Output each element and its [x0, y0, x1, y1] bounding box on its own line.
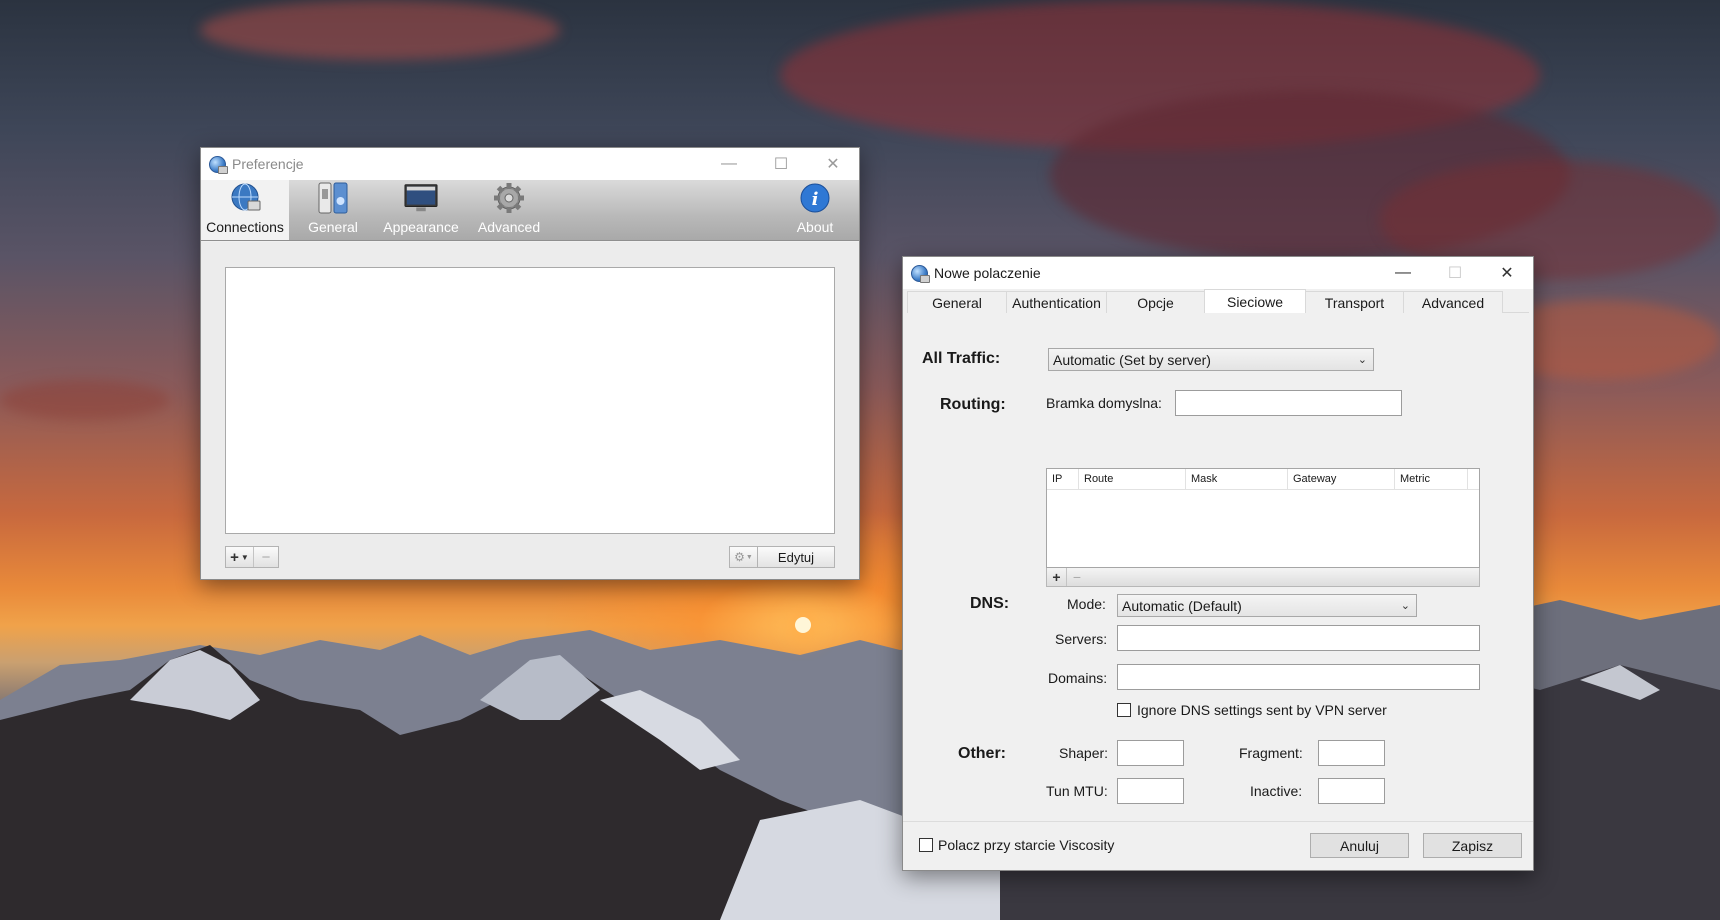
close-button[interactable]: ✕	[807, 148, 859, 180]
column-route[interactable]: Route	[1079, 469, 1186, 489]
toolbar-general[interactable]: General	[289, 180, 377, 240]
all-traffic-label: All Traffic:	[922, 350, 1001, 367]
add-connection-button[interactable]: + ▼	[226, 547, 254, 567]
column-ip[interactable]: IP	[1047, 469, 1079, 489]
preferences-toolbar: Connections General Appearance Advanced …	[201, 180, 859, 241]
svg-text:i: i	[812, 189, 819, 210]
info-icon: i	[798, 181, 832, 215]
toolbar-advanced-label: Advanced	[477, 219, 541, 235]
toolbar-general-label: General	[308, 219, 358, 235]
chevron-down-icon: ⌄	[1400, 600, 1410, 612]
inactive-input[interactable]	[1318, 778, 1385, 804]
ignore-dns-checkbox[interactable]	[1117, 703, 1131, 717]
new-connection-window[interactable]: Nowe polaczenie — ☐ ✕ General Authentica…	[902, 256, 1534, 871]
connection-actions-button[interactable]: ⚙ ▼	[729, 546, 757, 568]
maximize-button: ☐	[773, 156, 789, 173]
dns-label: DNS:	[970, 595, 1010, 612]
column-gateway[interactable]: Gateway	[1288, 469, 1395, 489]
preferences-titlebar[interactable]: Preferencje — ☐ ✕	[201, 148, 859, 180]
other-label: Other:	[958, 745, 1006, 762]
dns-mode-select[interactable]: Automatic (Default) ⌄	[1117, 594, 1417, 617]
globe-icon	[228, 181, 262, 215]
monitor-icon	[404, 181, 438, 215]
new-connection-titlebar[interactable]: Nowe polaczenie — ☐ ✕	[903, 257, 1533, 289]
toolbar-connections-label: Connections	[206, 219, 284, 235]
sun	[795, 617, 811, 633]
tun-mtu-label: Tun MTU:	[1046, 783, 1108, 799]
cancel-button[interactable]: Anuluj	[1310, 833, 1409, 858]
fragment-input[interactable]	[1318, 740, 1385, 766]
gear-icon	[492, 181, 526, 215]
remove-route-button[interactable]: −	[1067, 568, 1087, 586]
routes-table-header: IP Route Mask Gateway Metric	[1047, 469, 1479, 490]
shaper-label: Shaper:	[1059, 745, 1109, 761]
tab-general[interactable]: General	[907, 291, 1007, 313]
dns-domains-label: Domains:	[1048, 670, 1108, 686]
viscosity-app-icon	[911, 264, 930, 283]
settings-tabs: General Authentication Opcje Sieciowe Tr…	[907, 289, 1529, 313]
all-traffic-value: Automatic (Set by server)	[1053, 351, 1211, 368]
dns-mode-value: Automatic (Default)	[1122, 597, 1242, 614]
toolbar-appearance-label: Appearance	[383, 219, 459, 235]
dialog-footer: Polacz przy starcie Viscosity Anuluj Zap…	[903, 821, 1533, 870]
connections-list[interactable]	[225, 267, 835, 534]
dns-servers-label: Servers:	[1055, 631, 1108, 647]
fragment-label: Fragment:	[1239, 745, 1303, 761]
viscosity-app-icon	[209, 155, 228, 174]
dns-mode-label: Mode:	[1067, 596, 1106, 612]
switch-icon	[316, 181, 350, 215]
tab-sieciowe[interactable]: Sieciowe	[1204, 289, 1306, 313]
minimize-button[interactable]: —	[703, 148, 755, 180]
maximize-button: ☐	[1447, 265, 1463, 282]
tab-opcje[interactable]: Opcje	[1106, 291, 1205, 313]
routing-label: Routing:	[940, 396, 1006, 413]
tab-transport[interactable]: Transport	[1305, 291, 1404, 313]
tab-advanced[interactable]: Advanced	[1403, 291, 1503, 313]
column-metric[interactable]: Metric	[1395, 469, 1468, 489]
new-connection-title: Nowe polaczenie	[934, 265, 1041, 281]
column-mask[interactable]: Mask	[1186, 469, 1288, 489]
sieciowe-panel: All Traffic: Automatic (Set by server) ⌄…	[907, 313, 1529, 823]
shaper-input[interactable]	[1117, 740, 1184, 766]
routes-table-footer: + −	[1046, 568, 1480, 587]
save-button[interactable]: Zapisz	[1423, 833, 1522, 858]
toolbar-connections[interactable]: Connections	[201, 180, 289, 240]
toolbar-about-label: About	[796, 219, 834, 235]
chevron-down-icon: ⌄	[1357, 354, 1367, 366]
tab-authentication[interactable]: Authentication	[1006, 291, 1107, 313]
add-route-button[interactable]: +	[1047, 568, 1067, 586]
minimize-button[interactable]: —	[1377, 257, 1429, 289]
gateway-input[interactable]	[1175, 390, 1402, 416]
preferences-window[interactable]: Preferencje — ☐ ✕ Connections General Ap…	[200, 147, 860, 580]
inactive-label: Inactive:	[1250, 783, 1303, 799]
routes-table[interactable]: IP Route Mask Gateway Metric	[1046, 468, 1480, 568]
toolbar-appearance[interactable]: Appearance	[377, 180, 465, 240]
dns-servers-input[interactable]	[1117, 625, 1480, 651]
ignore-dns-label[interactable]: Ignore DNS settings sent by VPN server	[1137, 702, 1387, 718]
dns-domains-input[interactable]	[1117, 664, 1480, 690]
preferences-body: + ▼ − ⚙ ▼ Edytuj	[201, 242, 859, 579]
edit-button[interactable]: Edytuj	[757, 546, 835, 568]
connect-on-startup-label[interactable]: Polacz przy starcie Viscosity	[938, 837, 1114, 853]
add-remove-group: + ▼ −	[225, 546, 279, 568]
connect-on-startup-checkbox[interactable]	[919, 838, 933, 852]
toolbar-advanced[interactable]: Advanced	[465, 180, 553, 240]
tun-mtu-input[interactable]	[1117, 778, 1184, 804]
remove-connection-button[interactable]: −	[254, 547, 278, 567]
all-traffic-select[interactable]: Automatic (Set by server) ⌄	[1048, 348, 1374, 371]
preferences-title: Preferencje	[232, 156, 304, 172]
toolbar-about[interactable]: i About	[771, 180, 859, 240]
gateway-label: Bramka domyslna:	[1046, 395, 1162, 411]
close-button[interactable]: ✕	[1481, 257, 1533, 289]
